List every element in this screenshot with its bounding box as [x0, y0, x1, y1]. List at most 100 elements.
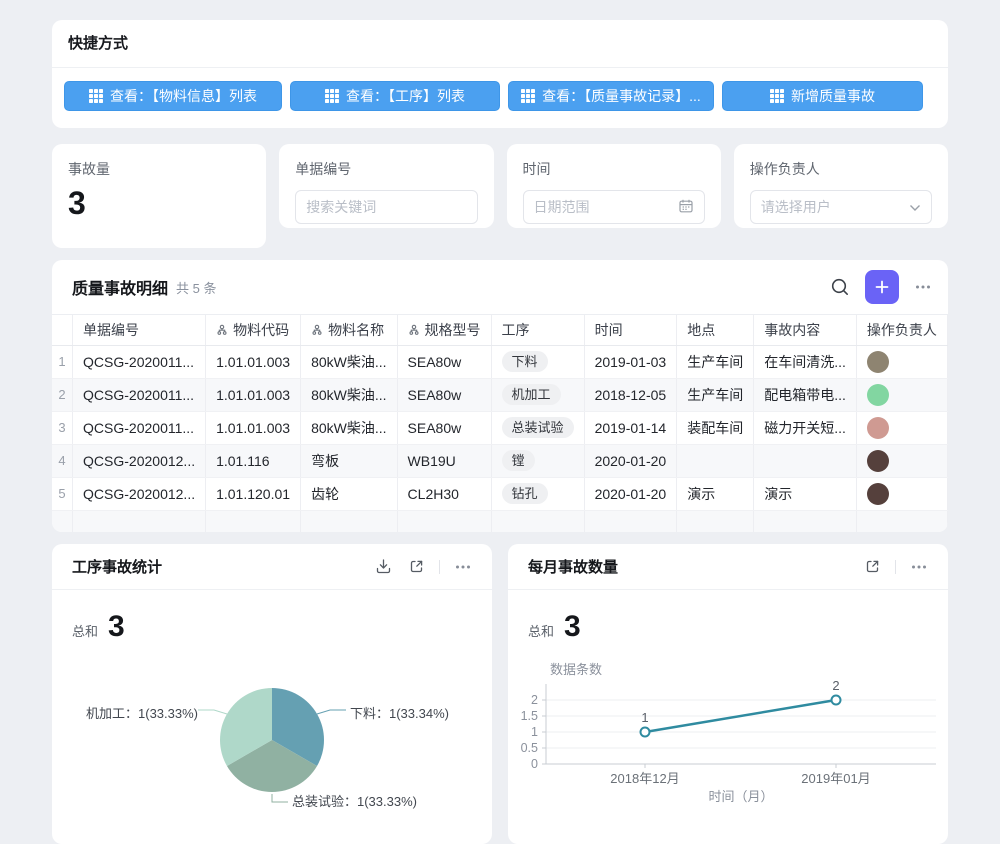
line-total-value: 3 [564, 610, 581, 644]
line-total-label: 总和 [528, 621, 554, 640]
doc-number-label: 单据编号 [295, 159, 477, 179]
column-label: 工序 [502, 320, 530, 340]
more-dots-icon [910, 558, 928, 576]
svg-text:2019年01月: 2019年01月 [801, 771, 870, 786]
cell-num: 3 [52, 411, 73, 444]
shortcut-button-4[interactable]: 新增质量事故 [722, 81, 923, 111]
grid-icon [521, 89, 535, 103]
svg-text:0: 0 [531, 757, 538, 771]
plus-icon [874, 279, 890, 295]
column-label: 物料代码 [233, 320, 289, 340]
column-header-name: 物料名称 [301, 315, 397, 345]
grid-icon [325, 89, 339, 103]
table-row[interactable]: 2QCSG-2020011...1.01.01.00380kW柴油...SEA8… [52, 378, 948, 411]
process-stats-card: 工序事故统计 总和 3 [52, 544, 492, 844]
owner-avatar [867, 384, 889, 406]
cell-name: 齿轮 [301, 477, 397, 510]
accident-count-label: 事故量 [68, 159, 250, 179]
process-tag: 下料 [502, 351, 548, 373]
pie-card-actions [373, 556, 474, 578]
process-tag: 机加工 [502, 384, 561, 406]
cell-date: 2019-01-14 [584, 411, 677, 444]
cell-content [754, 444, 857, 477]
search-button[interactable] [828, 275, 852, 299]
calendar-icon [678, 198, 694, 217]
chevron-down-icon [909, 199, 921, 215]
cell-process: 镗 [491, 444, 584, 477]
add-record-button[interactable] [865, 270, 899, 304]
column-label: 操作负责人 [867, 320, 937, 340]
open-external-icon [408, 558, 425, 575]
cell-content: 演示 [754, 477, 857, 510]
shortcut-button-2[interactable]: 查看：【工序】列表 [290, 81, 500, 111]
table-more-button[interactable] [912, 276, 934, 298]
cell-empty [52, 510, 73, 532]
more-dots-icon [454, 558, 472, 576]
table-row[interactable]: 5QCSG-2020012...1.01.120.01齿轮CL2H30钻孔202… [52, 477, 948, 510]
grid-icon [770, 89, 784, 103]
column-header-code: 物料代码 [206, 315, 301, 345]
cell-empty [677, 510, 754, 532]
shortcut-button-label: 查看：【工序】列表 [346, 86, 465, 106]
line-total: 总和 3 [508, 590, 948, 644]
cell-spec: SEA80w [397, 411, 491, 444]
table-row[interactable]: 1QCSG-2020011...1.01.01.00380kW柴油...SEA8… [52, 345, 948, 378]
svg-text:2: 2 [531, 693, 538, 707]
owner-avatar [867, 450, 889, 472]
accident-table: 单据编号物料代码物料名称规格型号工序时间地点事故内容操作负责人 1QCSG-20… [52, 315, 948, 532]
cell-code: 1.01.01.003 [206, 345, 301, 378]
operator-select[interactable]: 请选择用户 [750, 190, 932, 224]
line-more-button[interactable] [908, 556, 930, 578]
cell-date: 2018-12-05 [584, 378, 677, 411]
cell-doc: QCSG-2020011... [73, 378, 206, 411]
pie-label-zongzhuang: 总装试验：1(33.33%) [292, 791, 417, 810]
doc-number-search-input[interactable] [295, 190, 477, 224]
cell-name: 80kW柴油... [301, 378, 397, 411]
svg-text:0.5: 0.5 [521, 741, 538, 755]
line-chart: 00.511.522018年12月2019年01月数据条数时间（月）12 [508, 644, 948, 804]
cell-empty [301, 510, 397, 532]
table-count: 共 5 条 [176, 278, 216, 297]
shortcuts-card: 快捷方式 查看：【物料信息】列表 查看：【工序】列表 查看：【质量事故记录】... 新… [52, 20, 948, 128]
linked-field-icon [216, 324, 228, 336]
column-header-content: 事故内容 [754, 315, 857, 345]
expand-button[interactable] [862, 556, 883, 577]
svg-text:数据条数: 数据条数 [550, 662, 602, 677]
shortcut-button-3[interactable]: 查看：【质量事故记录】... [508, 81, 714, 111]
search-icon [830, 277, 850, 297]
table-row[interactable]: 3QCSG-2020011...1.01.01.00380kW柴油...SEA8… [52, 411, 948, 444]
cell-owner [856, 411, 947, 444]
svg-text:1: 1 [531, 725, 538, 739]
shortcut-button-label: 新增质量事故 [791, 86, 875, 106]
cell-doc: QCSG-2020012... [73, 477, 206, 510]
cell-code: 1.01.120.01 [206, 477, 301, 510]
cell-empty [754, 510, 857, 532]
shortcut-button-1[interactable]: 查看：【物料信息】列表 [64, 81, 282, 111]
svg-text:2018年12月: 2018年12月 [610, 771, 679, 786]
pie-chart-title: 工序事故统计 [72, 556, 162, 577]
column-label: 规格型号 [425, 320, 481, 340]
expand-button[interactable] [406, 556, 427, 577]
cell-name: 弯板 [301, 444, 397, 477]
download-button[interactable] [373, 556, 394, 577]
filter-row: 事故量 3 单据编号 时间 日期范围 操作负责人 请选择用户 [52, 144, 948, 248]
pie-more-button[interactable] [452, 556, 474, 578]
shortcuts-title: 快捷方式 [52, 20, 948, 68]
table-row[interactable]: 4QCSG-2020012...1.01.116弯板WB19U镗2020-01-… [52, 444, 948, 477]
cell-num: 2 [52, 378, 73, 411]
date-range-placeholder: 日期范围 [534, 197, 590, 217]
cell-code: 1.01.01.003 [206, 378, 301, 411]
cell-content: 在车间清洗... [754, 345, 857, 378]
process-tag: 总装试验 [502, 417, 574, 439]
cell-place: 生产车间 [677, 378, 754, 411]
owner-avatar [867, 351, 889, 373]
operator-filter-card: 操作负责人 请选择用户 [734, 144, 948, 228]
shortcut-button-label: 查看：【物料信息】列表 [110, 86, 257, 106]
linked-field-icon [408, 324, 420, 336]
svg-text:1.5: 1.5 [521, 709, 538, 723]
cell-content: 配电箱带电... [754, 378, 857, 411]
date-range-input[interactable]: 日期范围 [523, 190, 705, 224]
pie-card-header: 工序事故统计 [52, 544, 492, 590]
column-header-doc: 单据编号 [73, 315, 206, 345]
owner-avatar [867, 417, 889, 439]
